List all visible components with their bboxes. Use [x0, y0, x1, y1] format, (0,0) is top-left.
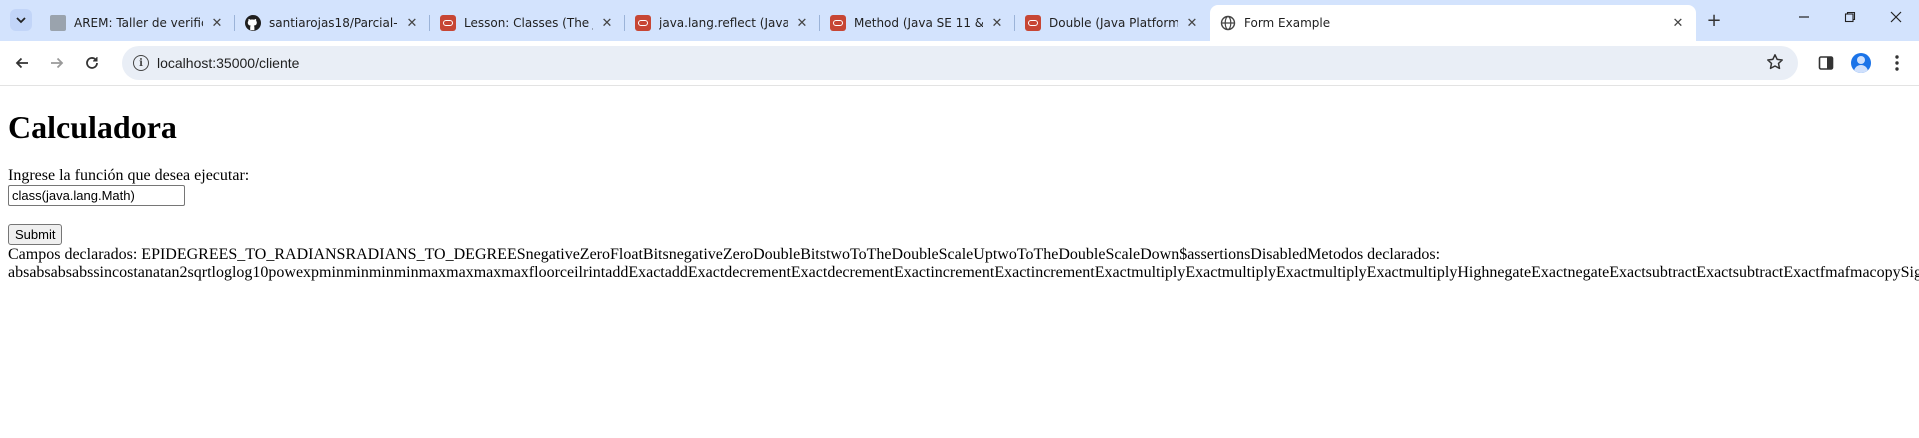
url-text[interactable]: localhost:35000/cliente: [157, 55, 299, 71]
close-icon[interactable]: ✕: [794, 15, 810, 31]
close-icon[interactable]: ✕: [1670, 15, 1686, 31]
menu-button[interactable]: [1885, 51, 1909, 75]
tab-oracle-classes[interactable]: Lesson: Classes (The Java™ Tuto ✕: [430, 5, 625, 41]
oracle-icon: [830, 15, 846, 31]
close-icon[interactable]: ✕: [209, 15, 225, 31]
tab-oracle-reflect[interactable]: java.lang.reflect (Java SE 11 & J ✕: [625, 5, 820, 41]
forward-button[interactable]: [45, 51, 69, 75]
close-icon[interactable]: ✕: [404, 15, 420, 31]
tab-oracle-method[interactable]: Method (Java SE 11 & JDK 11 ) ✕: [820, 5, 1015, 41]
oracle-icon: [440, 15, 456, 31]
globe-icon: [1220, 15, 1236, 31]
chevron-down-icon: [16, 17, 26, 24]
tab-title: Lesson: Classes (The Java™ Tuto: [464, 16, 593, 30]
site-info-icon[interactable]: i: [133, 55, 149, 71]
restore-button[interactable]: [1827, 0, 1873, 33]
new-tab-button[interactable]: +: [1704, 10, 1724, 31]
close-icon[interactable]: ✕: [599, 15, 615, 31]
tab-github[interactable]: santiarojas18/Parcial-1-AREP ✕: [235, 5, 430, 41]
oracle-icon: [635, 15, 651, 31]
minimize-button[interactable]: [1781, 0, 1827, 33]
minimize-icon: [1799, 15, 1809, 18]
avatar: [1851, 53, 1871, 73]
tab-title: santiarojas18/Parcial-1-AREP: [269, 16, 398, 30]
github-icon: [245, 15, 261, 31]
back-button[interactable]: [10, 51, 34, 75]
close-window-button[interactable]: [1873, 0, 1919, 33]
reload-button[interactable]: [80, 51, 104, 75]
arem-icon: [50, 15, 66, 31]
page-content: Calculadora Ingrese la función que desea…: [0, 87, 1919, 438]
side-panel-button[interactable]: [1814, 51, 1838, 75]
result-line: absabsabsabssincostanatan2sqrtloglog10po…: [8, 264, 1919, 281]
oracle-icon: [1025, 15, 1041, 31]
result-line: Campos declarados: EPIDEGREES_TO_RADIANS…: [8, 246, 1441, 263]
forward-arrow-icon: [51, 57, 64, 69]
function-prompt-label: Ingrese la función que desea ejecutar:: [8, 167, 250, 184]
page-title: Calculadora: [8, 109, 177, 145]
result-output: Campos declarados: EPIDEGREES_TO_RADIANS…: [8, 246, 1919, 282]
tab-oracle-double[interactable]: Double (Java Platform SE 8 ) ✕: [1015, 5, 1210, 41]
tab-title: AREM: Taller de verificación de: [74, 16, 203, 30]
bookmark-star-icon[interactable]: [1766, 53, 1784, 71]
function-input[interactable]: [8, 185, 185, 206]
kebab-menu-icon: [1895, 55, 1899, 71]
tab-search-button[interactable]: [10, 9, 32, 31]
close-icon[interactable]: ✕: [1184, 15, 1200, 31]
profile-button[interactable]: [1849, 51, 1873, 75]
tab-title: java.lang.reflect (Java SE 11 & J: [659, 16, 788, 30]
address-bar[interactable]: i localhost:35000/cliente: [122, 46, 1798, 80]
close-icon[interactable]: ✕: [989, 15, 1005, 31]
tab-arem[interactable]: AREM: Taller de verificación de ✕: [40, 5, 235, 41]
tab-title: Double (Java Platform SE 8 ): [1049, 16, 1178, 30]
tab-title: Form Example: [1244, 16, 1331, 30]
side-panel-icon: [1818, 56, 1834, 70]
tab-strip: AREM: Taller de verificación de ✕ santia…: [0, 0, 1919, 41]
browser-toolbar: i localhost:35000/cliente: [0, 41, 1919, 86]
tab-title: Method (Java SE 11 & JDK 11 ): [854, 16, 983, 30]
close-icon: [1890, 11, 1902, 22]
back-arrow-icon: [15, 57, 28, 69]
submit-button[interactable]: Submit: [8, 224, 63, 245]
restore-icon: [1844, 11, 1856, 22]
reload-icon: [86, 57, 98, 69]
tab-form-example[interactable]: Form Example ✕: [1210, 5, 1696, 41]
